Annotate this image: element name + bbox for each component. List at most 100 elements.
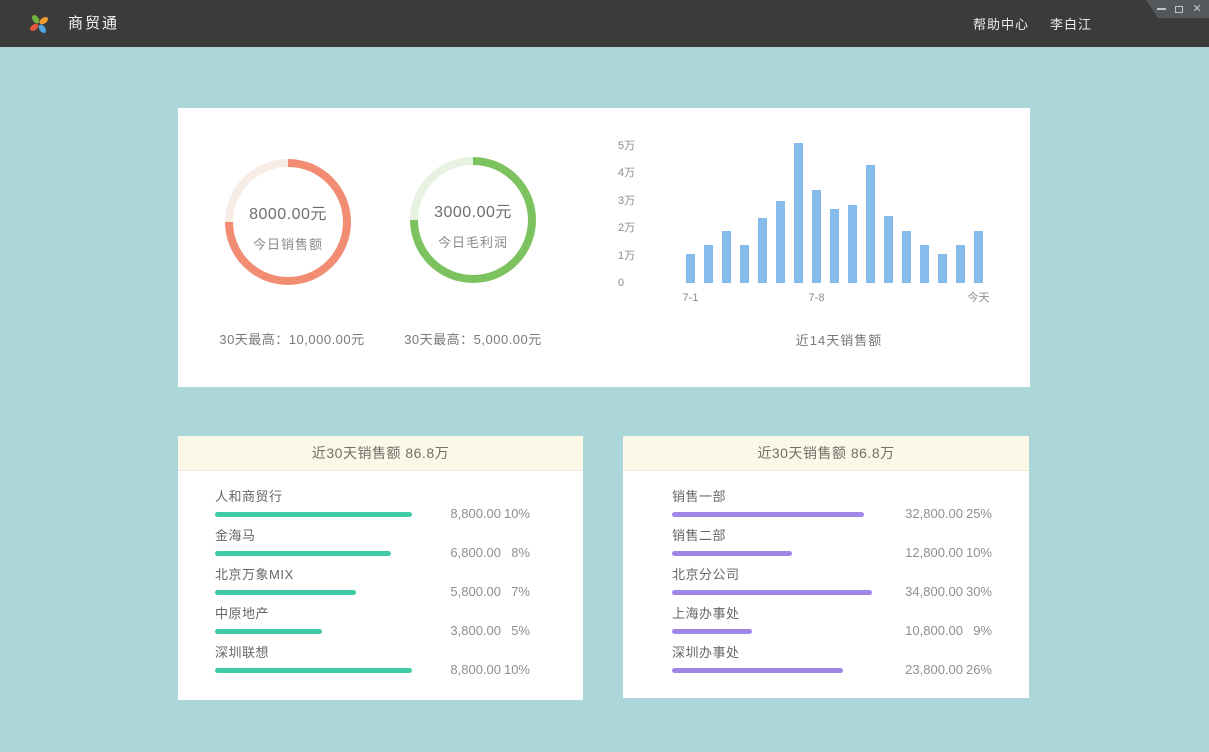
bar-chart-bar [866,165,875,283]
maximize-icon[interactable] [1174,4,1184,14]
item-bar [215,629,322,634]
ranking-row: 上海办事处10,800.009% [672,606,992,634]
department-ranking-list: 销售一部32,800.0025% 销售二部12,800.0010% 北京分公司34,… [623,471,1029,673]
ranking-row: 北京万象MIX5,800.007% [215,567,530,595]
item-percent: 5% [501,623,530,638]
x-axis-tick-label: 7-1 [683,291,699,305]
sales-14day-bar-chart: 近14天销售额 0 1万 2万 3万 4万 5万 7-1 7-8 今天 [618,138,1008,368]
item-value: 10,800.00 [872,623,963,638]
y-axis-tick-label: 4万 [618,166,658,180]
item-bar [672,551,792,556]
y-axis-tick-label: 5万 [618,139,658,153]
bar-chart-bar [722,231,731,283]
item-bar [215,512,412,517]
item-percent: 8% [501,545,530,560]
y-axis-tick-label: 3万 [618,194,658,208]
item-value: 23,800.00 [872,662,963,677]
item-percent: 10% [963,545,992,560]
bar-chart-bar [794,143,803,283]
x-axis-tick-label: 7-8 [809,291,825,305]
item-name: 人和商贸行 [215,489,415,505]
item-percent: 7% [501,584,530,599]
bar-chart-bar [758,218,767,283]
bar-chart-bar [974,231,983,283]
department-ranking-card: 近30天销售额 86.8万 销售一部32,800.0025%销售二部12,800… [623,436,1029,698]
item-name: 深圳办事处 [672,645,872,661]
bar-chart-bar [776,201,785,284]
ranking-row: 深圳联想8,800.0010% [215,645,530,673]
item-bar [672,512,864,517]
bar-chart-bar [686,254,695,283]
today-sales-value: 8000.00元 [249,200,327,224]
item-value: 32,800.00 [872,506,963,521]
item-percent: 25% [963,506,992,521]
bar-chart-bar [920,245,929,284]
y-axis-tick-label: 1万 [618,249,658,263]
today-profit-ring: 3000.00元 今日毛利润 [410,157,536,283]
customer-panel-title: 近30天销售额 86.8万 [178,436,583,471]
bar-chart-bar [902,231,911,283]
item-percent: 9% [963,623,992,638]
x-axis-tick-label: 今天 [968,291,990,305]
bar-chart-bar [884,216,893,283]
profit-30day-max-note: 30天最高：5,000.00元 [363,329,583,348]
nav-help-center[interactable]: 帮助中心 [973,14,1029,33]
bar-chart-bar [848,205,857,283]
today-sales-ring-center: 8000.00元 今日销售额 [233,167,343,277]
item-name: 销售二部 [672,528,872,544]
item-name: 上海办事处 [672,606,872,622]
bar-chart-bar [704,245,713,284]
bar-chart-bar [812,190,821,284]
nav-user-name[interactable]: 李白江 [1050,14,1092,33]
ranking-row: 北京分公司34,800.0030% [672,567,992,595]
item-percent: 10% [501,662,530,677]
item-bar [672,629,752,634]
ranking-row: 人和商贸行8,800.0010% [215,489,530,517]
item-name: 中原地产 [215,606,415,622]
item-value: 6,800.00 [415,545,501,560]
bar-chart-bar [938,254,947,283]
item-bar [215,668,412,673]
y-axis-tick-label: 2万 [618,221,658,235]
item-value: 3,800.00 [415,623,501,638]
summary-card: 8000.00元 今日销售额 30天最高：10,000.00元 3000.00元… [178,108,1030,387]
item-percent: 10% [501,506,530,521]
today-sales-label: 今日销售额 [253,234,323,253]
item-name: 深圳联想 [215,645,415,661]
item-percent: 30% [963,584,992,599]
bar-chart-plot [686,138,992,283]
item-name: 销售一部 [672,489,872,505]
bar-chart-title: 近14天销售额 [686,330,992,349]
y-axis-tick-label: 0 [618,276,658,290]
item-value: 5,800.00 [415,584,501,599]
today-profit-value: 3000.00元 [434,198,512,222]
item-bar [215,551,391,556]
today-sales-ring: 8000.00元 今日销售额 [225,159,351,285]
ranking-row: 销售二部12,800.0010% [672,528,992,556]
item-name: 北京万象MIX [215,567,415,583]
item-name: 北京分公司 [672,567,872,583]
app-title: 商贸通 [68,0,119,47]
item-bar [215,590,356,595]
item-value: 12,800.00 [872,545,963,560]
minimize-icon[interactable] [1156,4,1166,14]
ranking-row: 销售一部32,800.0025% [672,489,992,517]
ranking-row: 金海马6,800.008% [215,528,530,556]
bar-chart-bar [956,245,965,284]
top-nav: 帮助中心 李白江 [973,0,1092,47]
today-profit-ring-center: 3000.00元 今日毛利润 [418,165,528,275]
titlebar: 商贸通 帮助中心 李白江 ✕ [0,0,1209,47]
close-icon[interactable]: ✕ [1192,4,1202,14]
bar-chart-bar [740,245,749,284]
item-value: 8,800.00 [415,662,501,677]
item-bar [672,590,872,595]
item-value: 34,800.00 [872,584,963,599]
item-percent: 26% [963,662,992,677]
item-value: 8,800.00 [415,506,501,521]
customer-ranking-card: 近30天销售额 86.8万 人和商贸行8,800.0010%金海马6,800.0… [178,436,583,700]
app-logo-icon [28,13,50,35]
item-bar [672,668,843,673]
today-profit-label: 今日毛利润 [438,232,508,251]
window-controls: ✕ [1146,0,1209,18]
item-name: 金海马 [215,528,415,544]
